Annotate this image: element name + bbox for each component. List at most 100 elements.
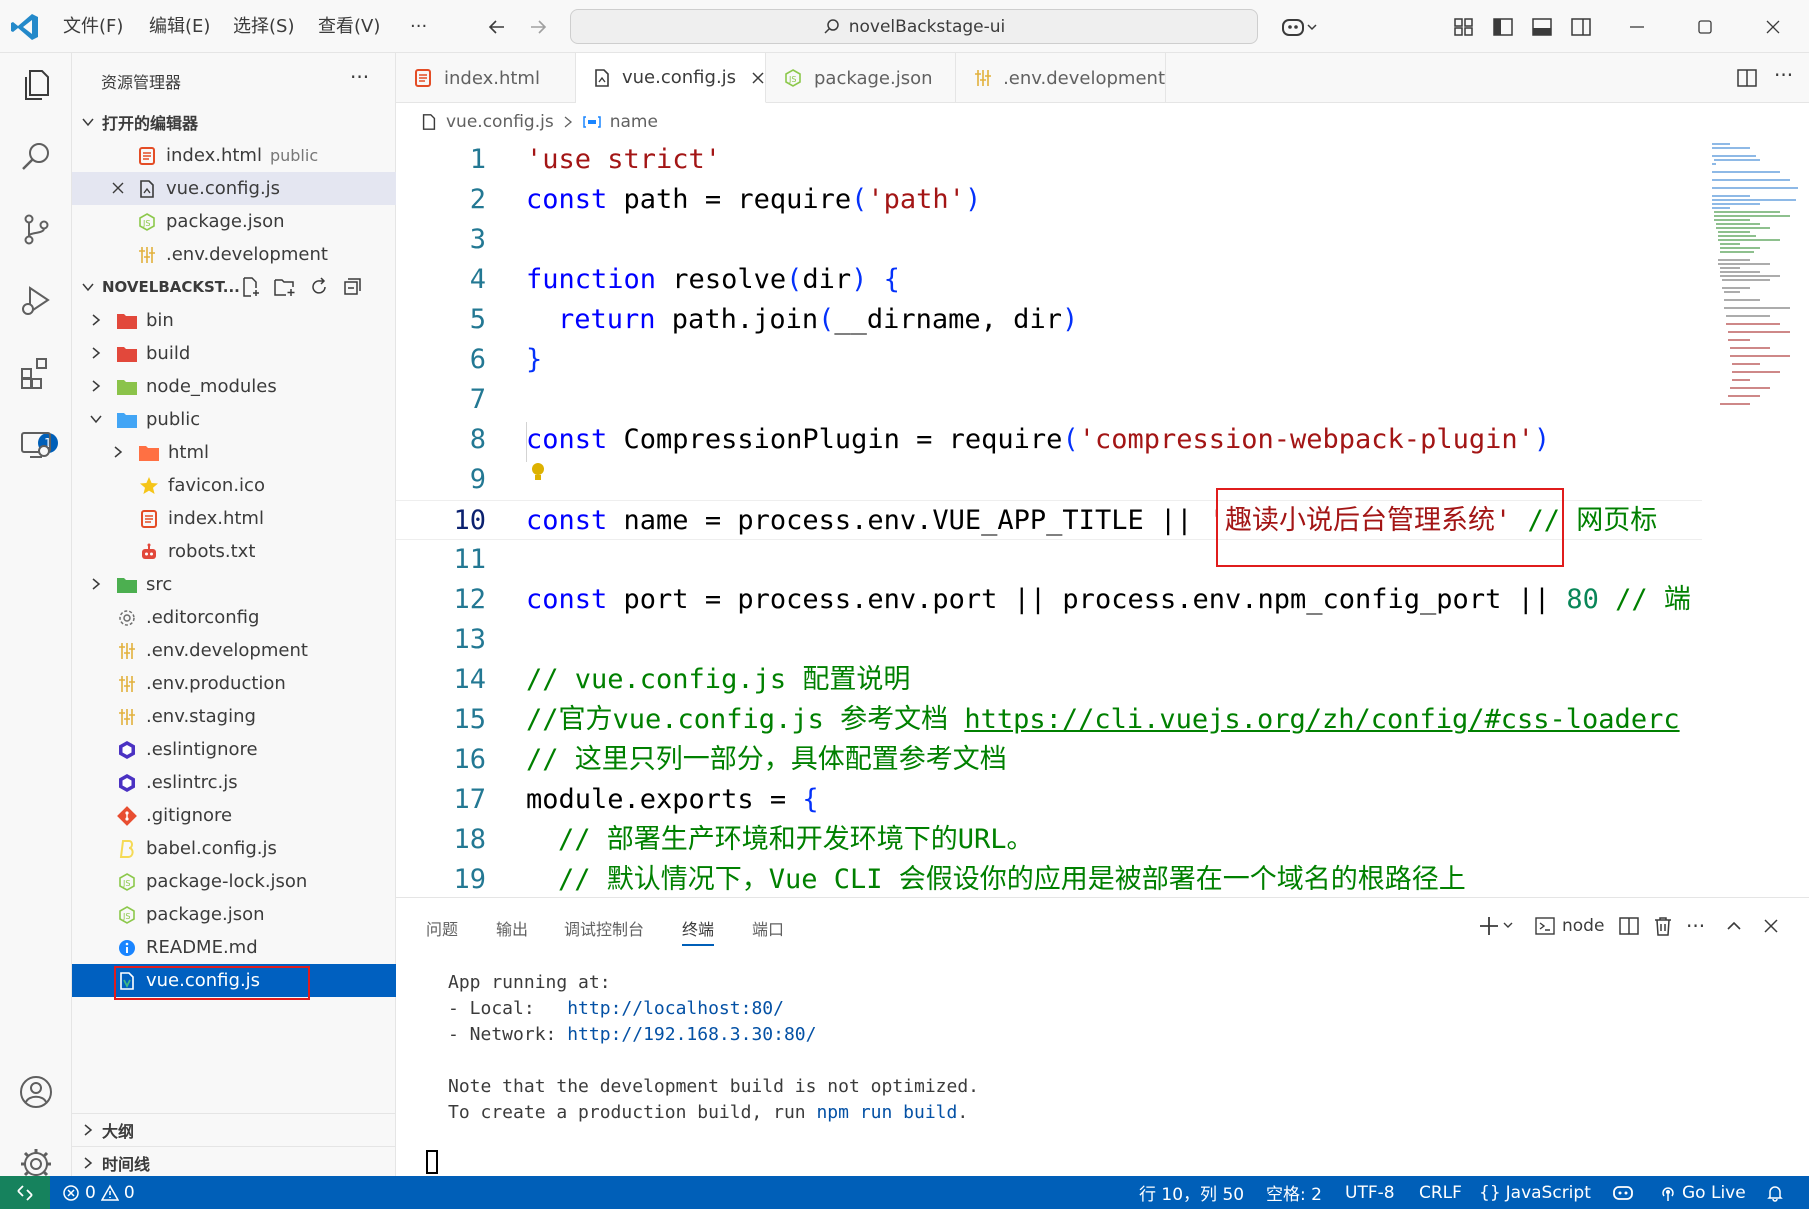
tree-item[interactable]: .gitignore (72, 799, 396, 832)
trash-icon[interactable] (1652, 912, 1674, 940)
terminal-link[interactable]: http://192.168.3.30:80/ (567, 1024, 816, 1045)
indentation[interactable]: 空格: 2 (1266, 1176, 1322, 1209)
maximize-panel-icon[interactable] (1724, 912, 1744, 940)
refresh-icon[interactable] (308, 276, 330, 298)
toggle-panel-icon[interactable] (1527, 12, 1557, 42)
language-mode[interactable]: {} JavaScript (1479, 1176, 1591, 1209)
line-ending[interactable]: CRLF (1419, 1176, 1462, 1209)
forward-arrow-icon[interactable] (521, 10, 555, 44)
notifications-bell-icon[interactable] (1766, 1176, 1784, 1209)
timeline-header[interactable]: 时间线 (72, 1146, 396, 1178)
line-number: 16 (453, 744, 486, 775)
customize-layout-icon[interactable] (1449, 12, 1479, 42)
tree-item[interactable]: bin (72, 304, 396, 337)
tab-close-icon[interactable] (750, 70, 766, 86)
line-number: 18 (453, 824, 486, 855)
panel-more-icon[interactable]: ··· (1686, 912, 1705, 940)
tree-item[interactable]: .env.production (72, 667, 396, 700)
split-terminal-icon[interactable] (1618, 912, 1640, 940)
terminal-shell-selector[interactable]: node (1534, 912, 1604, 940)
tab-label: index.html (444, 67, 540, 89)
tab-index-html[interactable]: index.html (396, 53, 576, 103)
tab-vue-config[interactable]: vue.config.js (576, 53, 766, 103)
tree-item[interactable]: README.md (72, 931, 396, 964)
menu-edit[interactable]: 编辑(E) (149, 13, 210, 41)
remote-indicator-icon[interactable] (0, 1176, 50, 1209)
tree-item[interactable]: JS package.json (72, 898, 396, 931)
go-live-button[interactable]: Go Live (1659, 1176, 1746, 1209)
open-editor-item[interactable]: .env.development (72, 238, 396, 271)
minimap[interactable] (1710, 140, 1800, 410)
outline-header[interactable]: 大纲 (72, 1113, 396, 1145)
open-editors-header[interactable]: 打开的编辑器 (72, 106, 396, 138)
explorer-icon[interactable] (14, 63, 58, 107)
close-icon[interactable] (110, 180, 126, 196)
minimize-icon[interactable] (1603, 0, 1671, 53)
menu-more[interactable]: ··· (410, 13, 427, 41)
code-line: 3 (396, 220, 1702, 260)
menu-file[interactable]: 文件(F) (63, 13, 123, 41)
cursor-position[interactable]: 行 10，列 50 (1139, 1176, 1244, 1209)
panel-tab-terminal[interactable]: 终端 (682, 916, 715, 946)
terminal-link[interactable]: http://localhost:80/ (567, 998, 784, 1019)
toggle-secondary-sidebar-icon[interactable] (1566, 12, 1596, 42)
new-folder-icon[interactable] (273, 276, 297, 298)
encoding[interactable]: UTF-8 (1345, 1176, 1395, 1209)
tree-item[interactable]: babel.config.js (72, 832, 396, 865)
panel-tab-problems[interactable]: 问题 (426, 916, 458, 940)
tree-item[interactable]: .env.development (72, 634, 396, 667)
tree-item[interactable]: node_modules (72, 370, 396, 403)
open-editor-item[interactable]: JS package.json (72, 205, 396, 238)
lightbulb-icon[interactable] (528, 460, 548, 484)
split-editor-icon[interactable] (1736, 67, 1758, 89)
tab-env-development[interactable]: .env.development (956, 53, 1166, 103)
breadcrumb-file[interactable]: vue.config.js (446, 112, 554, 132)
panel-tab-ports[interactable]: 端口 (752, 916, 784, 940)
tree-item[interactable]: .eslintrc.js (72, 766, 396, 799)
menu-view[interactable]: 查看(V) (318, 13, 380, 41)
project-header[interactable]: NOVELBACKST... (72, 271, 396, 303)
accounts-icon[interactable] (14, 1070, 58, 1114)
tree-item[interactable]: favicon.ico (72, 469, 396, 502)
open-editor-item[interactable]: index.html public (72, 139, 396, 172)
tree-item[interactable]: JS package-lock.json (72, 865, 396, 898)
maximize-icon[interactable] (1671, 0, 1739, 53)
source-control-icon[interactable] (14, 207, 58, 251)
close-panel-icon[interactable] (1762, 912, 1780, 940)
remote-explorer-icon[interactable] (14, 423, 58, 467)
explorer-more-button[interactable]: ··· (350, 65, 369, 89)
collapse-all-icon[interactable] (341, 276, 363, 298)
close-window-icon[interactable] (1739, 0, 1807, 53)
panel-tab-output[interactable]: 输出 (496, 916, 528, 940)
toggle-sidebar-icon[interactable] (1488, 12, 1518, 42)
tab-package-json[interactable]: JS package.json (766, 53, 956, 103)
problems-indicator[interactable]: 0 0 (62, 1176, 135, 1209)
tree-item[interactable]: .env.staging (72, 700, 396, 733)
breadcrumb-symbol[interactable]: name (610, 112, 658, 132)
open-editor-item-active[interactable]: vue.config.js (72, 172, 396, 205)
command-center-search[interactable]: novelBackstage-ui (570, 9, 1258, 44)
tree-item[interactable]: .eslintignore (72, 733, 396, 766)
code-link[interactable]: https://cli.vuejs.org/zh/config/#css-loa… (964, 704, 1679, 735)
search-icon[interactable] (14, 135, 58, 179)
back-arrow-icon[interactable] (480, 10, 514, 44)
tree-item[interactable]: public (72, 403, 396, 436)
braces-icon: {} (1479, 1182, 1501, 1203)
tree-item[interactable]: html (72, 436, 396, 469)
tree-item[interactable]: robots.txt (72, 535, 396, 568)
broadcast-icon (1659, 1184, 1677, 1202)
run-debug-icon[interactable] (14, 279, 58, 323)
new-terminal-icon[interactable] (1478, 912, 1518, 940)
menu-selection[interactable]: 选择(S) (233, 13, 294, 41)
panel-tab-debug-console[interactable]: 调试控制台 (564, 916, 644, 940)
copilot-icon[interactable] (1275, 12, 1325, 42)
tree-item[interactable]: build (72, 337, 396, 370)
tree-item[interactable]: .editorconfig (72, 601, 396, 634)
copilot-status-icon[interactable] (1612, 1176, 1634, 1209)
tree-item[interactable]: index.html (72, 502, 396, 535)
new-file-icon[interactable] (240, 276, 262, 298)
extensions-icon[interactable] (14, 351, 58, 395)
tree-item[interactable]: src (72, 568, 396, 601)
editor-more-icon[interactable]: ··· (1774, 63, 1793, 87)
